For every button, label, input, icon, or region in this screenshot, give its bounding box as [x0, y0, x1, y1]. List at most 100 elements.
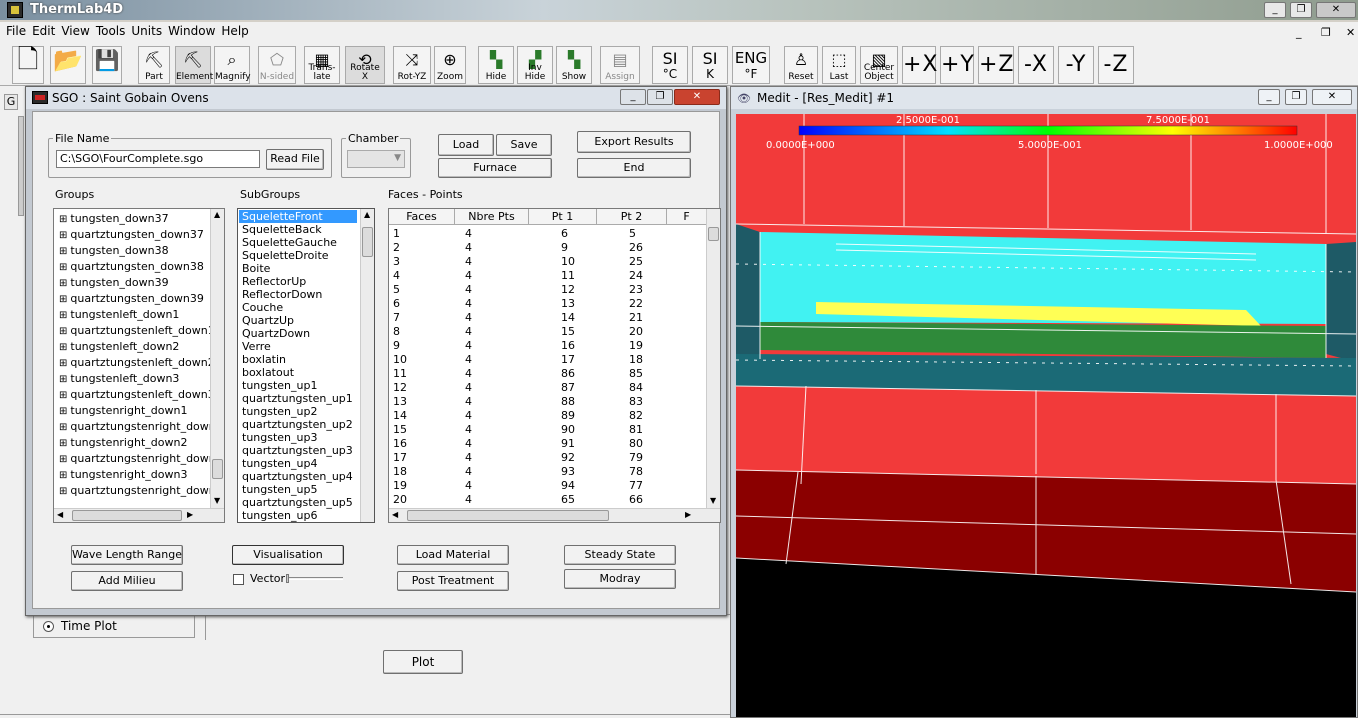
- expand-icon[interactable]: ⊞: [59, 470, 67, 481]
- table-row[interactable]: 19 4 94 77: [389, 479, 707, 493]
- table-row[interactable]: 8 4 15 20: [389, 325, 707, 339]
- list-item[interactable]: Boite: [239, 262, 357, 275]
- table-row[interactable]: 13 4 88 83: [389, 395, 707, 409]
- list-item[interactable]: SqueletteFront: [239, 210, 357, 223]
- table-row[interactable]: 5 4 12 23: [389, 283, 707, 297]
- medit-restore-icon[interactable]: ❐: [1285, 89, 1307, 105]
- si-kelvin-button[interactable]: SI K: [692, 46, 728, 84]
- list-item[interactable]: quartztungsten_up3: [239, 444, 357, 457]
- assign-button[interactable]: ▤ Assign: [600, 46, 640, 84]
- vector-slider-handle[interactable]: [286, 574, 289, 583]
- hide-button[interactable]: ▚ Hide: [478, 46, 514, 84]
- tree-item[interactable]: ⊞ quartztungstenright_down1: [56, 419, 223, 435]
- tree-item[interactable]: ⊞ tungstenleft_down3: [56, 371, 206, 387]
- menu-units[interactable]: Units: [125, 22, 162, 38]
- list-item[interactable]: quartztungsten_up4: [239, 470, 357, 483]
- subgroups-vscroll-thumb[interactable]: [362, 227, 373, 257]
- end-button[interactable]: End: [577, 158, 691, 178]
- faces-grid[interactable]: Faces Nbre Pts Pt 1 Pt 2F 1 4 6 5 2 4 9 26 3 4 10 25 4 4…: [388, 208, 721, 523]
- tab-g[interactable]: G: [4, 94, 18, 110]
- file-name-input[interactable]: C:\SGO\FourComplete.sgo: [56, 150, 260, 168]
- expand-icon[interactable]: ⊞: [59, 390, 67, 401]
- vector-checkbox[interactable]: [233, 574, 244, 585]
- expand-icon[interactable]: ⊞: [59, 422, 67, 433]
- read-file-button[interactable]: Read File: [266, 149, 324, 170]
- table-row[interactable]: 14 4 89 82: [389, 409, 707, 423]
- expand-icon[interactable]: ⊞: [59, 342, 67, 353]
- list-item[interactable]: tungsten_up5: [239, 483, 357, 496]
- time-plot-radio[interactable]: [43, 621, 54, 632]
- export-results-button[interactable]: Export Results: [577, 131, 691, 153]
- groups-tree[interactable]: ⊞ tungsten_down37 ⊞ quartztungsten_down37 ⊞ t…: [53, 208, 225, 523]
- reset-button[interactable]: ♙ Reset: [784, 46, 818, 84]
- close-icon[interactable]: ✕: [1316, 2, 1356, 18]
- minimize-icon[interactable]: _: [1264, 2, 1286, 18]
- wave-length-range-button[interactable]: Wave Length Range: [71, 545, 183, 565]
- column-header[interactable]: Pt 2: [597, 209, 667, 225]
- tree-item[interactable]: ⊞ quartztungsten_down37: [56, 227, 206, 243]
- faces-hscroll[interactable]: ◀ ▶: [389, 508, 720, 522]
- axis-plus-x-button[interactable]: +X: [902, 46, 938, 84]
- visualisation-button[interactable]: Visualisation: [232, 545, 344, 565]
- table-row[interactable]: 12 4 87 84: [389, 381, 707, 395]
- rotatex-button[interactable]: ⟲ Rotate X: [345, 46, 385, 84]
- load-material-button[interactable]: Load Material: [397, 545, 509, 565]
- rotyz-button[interactable]: ⤨ Rot-YZ: [393, 46, 431, 84]
- tree-item[interactable]: ⊞ quartztungstenleft_down3: [56, 387, 215, 403]
- mdi-minimize-icon[interactable]: _: [1290, 24, 1302, 39]
- table-row[interactable]: 7 4 14 21: [389, 311, 707, 325]
- axis-minus-x-button[interactable]: -X: [1018, 46, 1054, 84]
- expand-icon[interactable]: ⊞: [59, 246, 67, 257]
- list-item[interactable]: Verre: [239, 340, 357, 353]
- list-item[interactable]: tungsten_up6: [239, 509, 357, 522]
- list-item[interactable]: quartztungsten_up1: [239, 392, 357, 405]
- table-row[interactable]: 18 4 93 78: [389, 465, 707, 479]
- table-row[interactable]: 15 4 90 81: [389, 423, 707, 437]
- table-row[interactable]: 17 4 92 79: [389, 451, 707, 465]
- subgroups-vscroll[interactable]: ▲: [360, 209, 374, 522]
- chamber-select[interactable]: ▼: [347, 150, 405, 168]
- plot-button[interactable]: Plot: [383, 650, 463, 674]
- list-item[interactable]: quartztungsten_up2: [239, 418, 357, 431]
- side-scroll[interactable]: [18, 116, 24, 216]
- tree-item[interactable]: ⊞ quartztungsten_down38: [56, 259, 206, 275]
- tree-item[interactable]: ⊞ quartztungstenleft_down1: [56, 323, 215, 339]
- groups-vscroll-thumb[interactable]: [212, 459, 223, 479]
- tree-item[interactable]: ⊞ tungsten_down37: [56, 211, 206, 227]
- furnace-button[interactable]: Furnace: [438, 158, 552, 178]
- table-row[interactable]: 16 4 91 80: [389, 437, 707, 451]
- tree-item[interactable]: ⊞ tungstenright_down3: [56, 467, 206, 483]
- modray-button[interactable]: Modray: [564, 569, 676, 589]
- table-row[interactable]: 11 4 86 85: [389, 367, 707, 381]
- table-row[interactable]: 2 4 9 26: [389, 241, 707, 255]
- list-item[interactable]: tungsten_up3: [239, 431, 357, 444]
- list-item[interactable]: QuartzDown: [239, 327, 357, 340]
- menu-view[interactable]: View: [55, 22, 89, 38]
- menu-help[interactable]: Help: [215, 22, 248, 38]
- open-button[interactable]: 📂: [50, 46, 86, 84]
- tree-item[interactable]: ⊞ tungstenleft_down1: [56, 307, 206, 323]
- axis-minus-y-button[interactable]: -Y: [1058, 46, 1094, 84]
- post-treatment-button[interactable]: Post Treatment: [397, 571, 509, 591]
- expand-icon[interactable]: ⊞: [59, 262, 67, 273]
- table-row[interactable]: 20 4 65 66: [389, 493, 707, 507]
- load-button[interactable]: Load: [438, 134, 494, 156]
- expand-icon[interactable]: ⊞: [59, 326, 67, 337]
- groups-hscroll-thumb[interactable]: [72, 510, 182, 521]
- list-item[interactable]: tungsten_up1: [239, 379, 357, 392]
- tree-item[interactable]: ⊞ quartztungstenright_down3: [56, 483, 223, 499]
- restore-icon[interactable]: ❐: [1290, 2, 1312, 18]
- column-header[interactable]: Nbre Pts: [455, 209, 529, 225]
- menu-file[interactable]: File: [0, 22, 26, 38]
- magnify-button[interactable]: ⌕ Magnify: [214, 46, 251, 84]
- list-item[interactable]: boxlatin: [239, 353, 357, 366]
- axis-minus-z-button[interactable]: -Z: [1098, 46, 1134, 84]
- tree-item[interactable]: ⊞ quartztungsten_down39: [56, 291, 206, 307]
- table-row[interactable]: 10 4 17 18: [389, 353, 707, 367]
- expand-icon[interactable]: ⊞: [59, 454, 67, 465]
- expand-icon[interactable]: ⊞: [59, 310, 67, 321]
- new-button[interactable]: 🗋: [12, 46, 44, 84]
- groups-vscroll[interactable]: ▲ ▼: [210, 209, 224, 509]
- groups-hscroll[interactable]: ◀ ▶: [54, 508, 224, 522]
- expand-icon[interactable]: ⊞: [59, 358, 67, 369]
